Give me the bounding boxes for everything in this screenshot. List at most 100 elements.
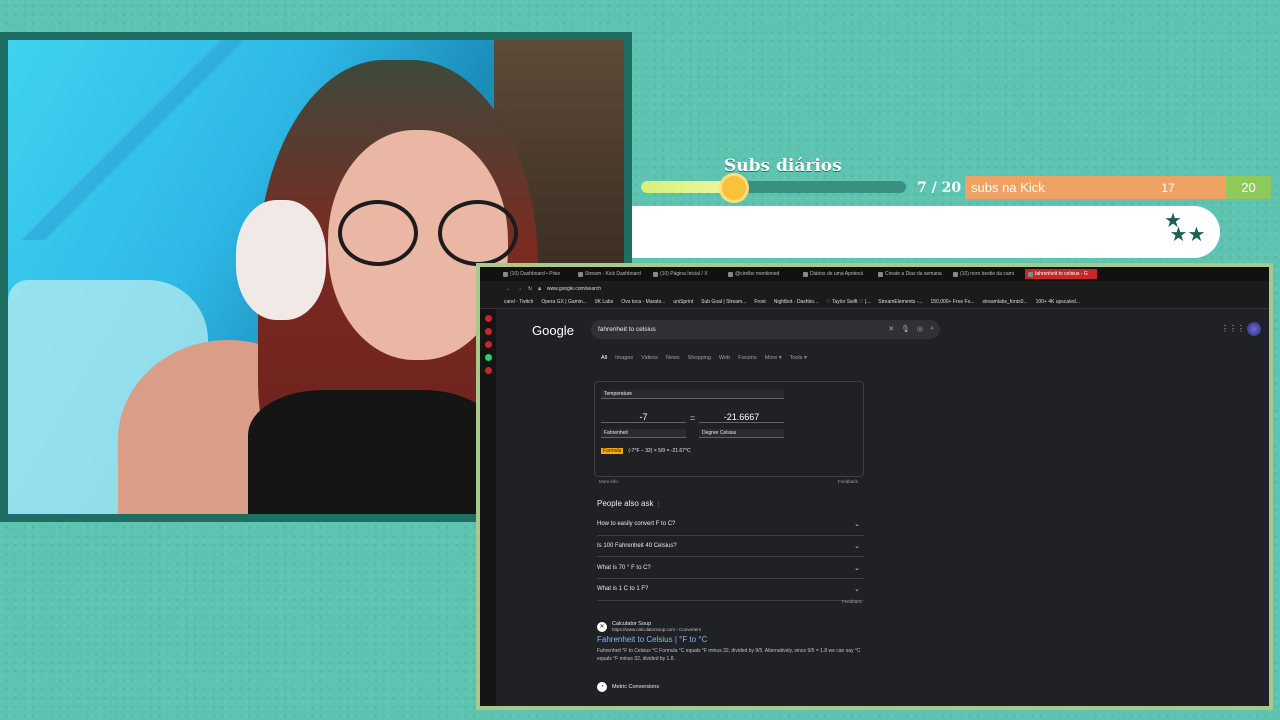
paa-question[interactable]: Is 100 Fahrenheit 40 Celsius? ⌄	[597, 536, 864, 558]
browser-tab[interactable]: Create a Dias da semana	[875, 269, 947, 279]
url-text[interactable]: www.google.com/search	[547, 286, 601, 292]
filter-tab[interactable]: Shopping	[688, 355, 711, 361]
unit-converter: Temperature -7 = -21.6667 Fahrenheit Deg…	[594, 381, 864, 477]
bookmark-item[interactable]: carel - Twitch	[504, 299, 533, 305]
bookmark-item[interactable]: uniSprint	[673, 299, 693, 305]
tab-label: Stream - Kick Dashboard	[585, 271, 641, 277]
from-value-input[interactable]: -7	[601, 412, 686, 423]
bookmark-item[interactable]: Nightbot - Dashbo...	[774, 299, 818, 305]
sidebar-app-icon[interactable]	[484, 315, 492, 322]
kick-subs-label: subs na Kick	[971, 180, 1045, 195]
subs-goal-title: Subs diários	[724, 156, 842, 176]
equals-sign: =	[690, 413, 696, 423]
shirt	[248, 390, 498, 514]
paa-info-icon[interactable]: ⋮	[656, 502, 662, 508]
bookmark-item[interactable]: 9K Labs	[595, 299, 613, 305]
chevron-down-icon[interactable]: ⌄	[854, 585, 864, 593]
filter-tab[interactable]: Forums	[738, 355, 757, 361]
filter-tab[interactable]: Web	[719, 355, 730, 361]
bookmark-item[interactable]: ♡ Taylor Swift ♡ |...	[826, 299, 870, 305]
tab-favicon-icon	[953, 271, 958, 277]
kick-subs-bar: subs na Kick 17 20	[965, 176, 1271, 199]
filter-tab[interactable]: News	[666, 355, 680, 361]
people-also-ask-list: How to easily convert F to C? ⌄ Is 100 Fah…	[597, 514, 864, 601]
bookmark-item[interactable]: streamlabs_fonts0...	[983, 299, 1028, 305]
result-title-link[interactable]: Fahrenheit to Celsius | °F to °C	[597, 635, 867, 644]
search-icon[interactable]: ⌕	[930, 325, 934, 333]
tab-strip: (10) Dashboard • Pixie Stream - Kick Dash…	[480, 267, 1269, 281]
subs-count: 7 / 20	[917, 180, 962, 196]
tab-favicon-icon	[803, 271, 808, 277]
paa-feedback-link[interactable]: Feedback	[842, 599, 862, 604]
bookmark-item[interactable]: 100+ 4K upscaled...	[1036, 299, 1080, 305]
more-info-link[interactable]: More info	[599, 479, 618, 484]
tab-favicon-icon	[878, 271, 883, 277]
reload-icon[interactable]: ↻	[528, 286, 532, 292]
browser-tab[interactable]: (10) noro bestie da cami	[950, 269, 1022, 279]
whatsapp-icon[interactable]	[484, 354, 492, 361]
tab-label: Create a Dias da semana	[885, 271, 942, 277]
paa-question[interactable]: What is 70 ° F to C? ⌄	[597, 557, 864, 580]
bookmark-item[interactable]: Sub Goal | Stream...	[701, 299, 746, 305]
search-query[interactable]: fahrenheit to celsius	[598, 326, 656, 333]
search-input[interactable]: fahrenheit to celsius ✕ 🎙︎ ◎ ⌕	[591, 320, 940, 339]
filter-tab[interactable]: All	[601, 355, 607, 361]
bookmark-item[interactable]: Ovo toca - Marato...	[621, 299, 665, 305]
browser-sidebar	[480, 309, 496, 706]
paa-question[interactable]: How to easily convert F to C? ⌄	[597, 514, 864, 536]
paa-question-text: How to easily convert F to C?	[597, 521, 676, 528]
sidebar-app-icon[interactable]	[484, 328, 492, 335]
browser-tab[interactable]: Stream - Kick Dashboard	[575, 269, 647, 279]
sidebar-app-icon[interactable]	[484, 367, 492, 374]
formula-badge: Formula	[601, 448, 624, 454]
tab-favicon-icon	[503, 271, 508, 277]
browser-tab[interactable]: @cirelbv mentioned	[725, 269, 797, 279]
filter-tab[interactable]: Images	[615, 355, 633, 361]
chevron-down-icon[interactable]: ⌄	[854, 520, 864, 528]
subs-progress-fill	[641, 181, 734, 193]
paa-question[interactable]: What is 1 C to 1 F? ⌄	[597, 579, 864, 601]
formula-text: (-7°F − 32) × 5/9 = -21.67°C	[628, 448, 691, 454]
result-snippet: Fahrenheit °F to Celsius °C Formula °C e…	[597, 648, 861, 662]
paa-question-text: What is 70 ° F to C?	[597, 564, 651, 571]
result-site-name[interactable]: Metric Conversions	[612, 684, 659, 690]
filter-tab[interactable]: Videos	[641, 355, 658, 361]
back-icon[interactable]: ←	[506, 286, 511, 292]
tab-favicon-icon	[653, 271, 658, 277]
chevron-down-icon[interactable]: ⌄	[854, 542, 864, 550]
unit-type-select[interactable]: Temperature	[601, 390, 784, 399]
mic-icon[interactable]: 🎙︎	[901, 325, 910, 333]
to-value-input[interactable]: -21.6667	[699, 412, 784, 423]
apps-grid-icon[interactable]: ⋮⋮⋮	[1221, 324, 1245, 333]
bookmark-item[interactable]: StreamElements -...	[878, 299, 922, 305]
to-unit-select[interactable]: Degree Celsius	[699, 429, 784, 438]
browser-tab[interactable]: (10) Página Inicial / X	[650, 269, 722, 279]
bookmark-item[interactable]: Frost	[754, 299, 765, 305]
filter-tab[interactable]: More ▾	[765, 355, 782, 361]
browser-tab[interactable]: (10) Dashboard • Pixie	[500, 269, 572, 279]
result-url[interactable]: https://www.calculatorsoup.com › Convert…	[612, 627, 701, 632]
lens-icon[interactable]: ◎	[917, 325, 923, 333]
avatar[interactable]	[1247, 322, 1261, 336]
chevron-down-icon[interactable]: ⌄	[854, 564, 864, 572]
browser-tab[interactable]: fahrenheit to celsius - G	[1025, 269, 1097, 279]
bookmark-item[interactable]: 150,000+ Free Fo...	[930, 299, 974, 305]
progress-knob	[721, 176, 746, 200]
paa-title-text: People also ask	[597, 499, 654, 508]
from-unit-select[interactable]: Fahrenheit	[601, 429, 686, 438]
forward-icon[interactable]: →	[517, 286, 522, 292]
bookmarks-bar: carel - Twitch Opera GX | Gamin... 9K Labs…	[480, 296, 1269, 309]
converter-feedback-link[interactable]: Feedback	[838, 479, 858, 484]
headset	[236, 200, 326, 320]
google-logo[interactable]: Google	[532, 323, 574, 338]
clear-icon[interactable]: ✕	[888, 325, 894, 333]
tab-label: @cirelbv mentioned	[735, 271, 780, 277]
browser-tab[interactable]: Diários de uma Apotecá	[800, 269, 872, 279]
address-bar[interactable]: ← → ↻ 🔒︎ www.google.com/search	[480, 281, 1269, 296]
sidebar-app-icon[interactable]	[484, 341, 492, 348]
google-results-page: Google fahrenheit to celsius ✕ 🎙︎ ◎ ⌕ ⋮⋮…	[496, 309, 1269, 706]
tab-favicon-icon	[1028, 271, 1033, 277]
filter-tab[interactable]: Tools ▾	[790, 355, 807, 361]
stars-icon: ★ ★★	[1164, 210, 1206, 246]
bookmark-item[interactable]: Opera GX | Gamin...	[541, 299, 586, 305]
